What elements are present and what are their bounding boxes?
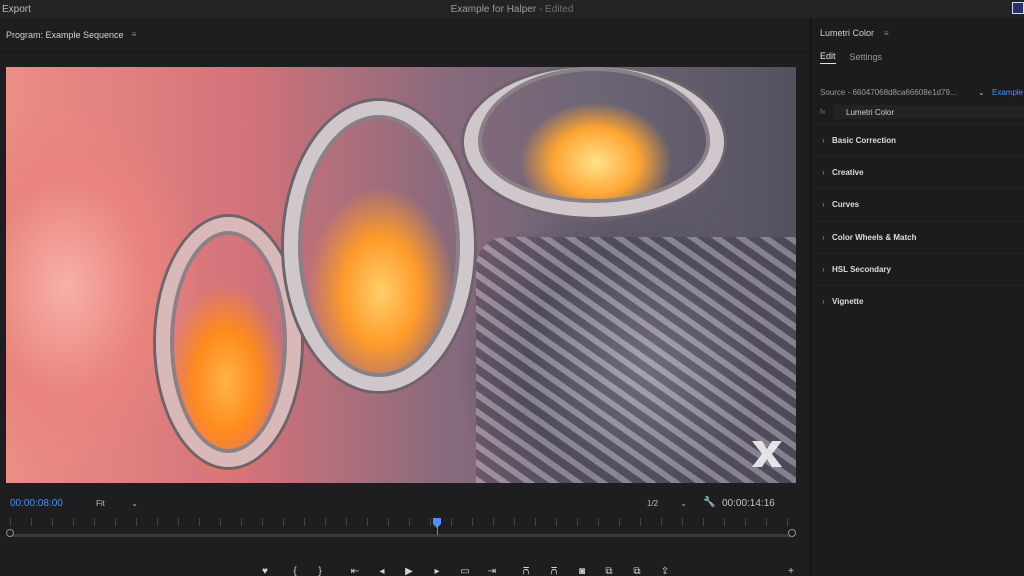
chevron-down-icon: ⌄: [131, 498, 138, 508]
lumetri-header: Lumetri Color ≡: [812, 18, 1024, 48]
section-label: Creative: [832, 168, 864, 177]
effect-name: Lumetri Color: [846, 107, 895, 117]
chevron-down-icon[interactable]: ⌄: [978, 88, 985, 97]
section-creative[interactable]: › Creative: [812, 156, 1024, 188]
zoom-fit-select[interactable]: Fit ⌄: [92, 495, 142, 511]
insert-icon[interactable]: ⧉: [600, 562, 618, 576]
title-status: - Edited: [538, 3, 574, 15]
wrench-icon[interactable]: 🔧: [703, 497, 715, 508]
chevron-right-icon: ›: [822, 200, 825, 209]
program-header: Program: Example Sequence ≡: [0, 18, 808, 52]
resolution-value: 1/2: [647, 498, 659, 508]
lumetri-panel: Lumetri Color ≡ Edit Settings Source - 6…: [810, 18, 1024, 576]
project-title: Example for Halper: [450, 3, 537, 15]
section-label: Vignette: [832, 297, 864, 306]
marker-icon[interactable]: ♥: [256, 562, 274, 576]
section-vignette[interactable]: › Vignette: [812, 285, 1024, 317]
extract-icon[interactable]: ⩃: [545, 562, 563, 576]
engine-ring-center: [284, 101, 474, 391]
chevron-right-icon: ›: [822, 265, 825, 274]
resolution-select[interactable]: 1/2 ⌄: [643, 495, 691, 511]
section-basic-correction[interactable]: › Basic Correction: [812, 124, 1024, 156]
tab-settings[interactable]: Settings: [850, 52, 883, 62]
engine-machinery: [476, 237, 796, 483]
step-forward-icon[interactable]: ▸: [428, 562, 446, 576]
hamburger-icon[interactable]: ≡: [132, 30, 137, 39]
lumetri-tabs: Edit Settings: [812, 48, 1024, 66]
lumetri-title[interactable]: Lumetri Color: [820, 28, 874, 38]
go-to-out-icon[interactable]: ⇥: [483, 562, 501, 576]
source-selector[interactable]: Source - 66047068d8ca66608e1d79... ⌄ Exa…: [820, 88, 1024, 100]
engine-ring-left: [156, 217, 301, 467]
sequence-link[interactable]: Example: [992, 88, 1023, 97]
program-monitor: Program: Example Sequence ≡ 00:00:08:00 …: [0, 18, 808, 576]
section-label: Color Wheels & Match: [832, 233, 917, 242]
hamburger-icon[interactable]: ≡: [884, 29, 889, 38]
fx-icon[interactable]: fx: [820, 109, 834, 116]
chevron-right-icon: ›: [822, 297, 825, 306]
current-timecode[interactable]: 00:00:08:00: [10, 498, 63, 509]
section-label: Curves: [832, 200, 860, 209]
zoom-handle-left[interactable]: [6, 529, 14, 537]
lift-icon[interactable]: ⩃: [517, 562, 535, 576]
chevron-right-icon: ›: [822, 233, 825, 242]
source-label: Source - 66047068d8ca66608e1d79...: [820, 88, 957, 97]
engine-ring-top: [464, 67, 724, 217]
play-icon[interactable]: ▶: [400, 562, 418, 576]
mark-in-icon[interactable]: {: [286, 562, 304, 576]
mark-out-icon[interactable]: }: [311, 562, 329, 576]
add-button-icon[interactable]: +: [782, 562, 800, 576]
monitor-controls: 00:00:08:00 Fit ⌄ 1/2 ⌄ 🔧 00:00:14:16: [0, 494, 808, 514]
tab-edit[interactable]: Edit: [820, 51, 836, 64]
share-icon[interactable]: ⇪: [656, 562, 674, 576]
window-icon[interactable]: [1012, 2, 1024, 14]
zoom-handle-right[interactable]: [788, 529, 796, 537]
ruler-ticks: [10, 518, 792, 526]
chevron-down-icon: ⌄: [680, 498, 687, 508]
window-title: Example for Halper - Edited: [0, 4, 1024, 15]
section-curves[interactable]: › Curves: [812, 188, 1024, 220]
time-ruler[interactable]: [6, 518, 796, 544]
program-title[interactable]: Program: Example Sequence: [6, 30, 124, 40]
step-back-icon[interactable]: ◂: [373, 562, 391, 576]
chevron-right-icon: ›: [822, 168, 825, 177]
watermark-logo-icon: [752, 441, 782, 467]
video-preview[interactable]: [6, 67, 796, 483]
scrub-bar[interactable]: [10, 534, 792, 537]
section-label: Basic Correction: [832, 136, 897, 145]
fit-value: Fit: [96, 498, 105, 508]
section-hsl-secondary[interactable]: › HSL Secondary: [812, 253, 1024, 285]
title-bar: Export Example for Halper - Edited: [0, 0, 1024, 18]
overwrite-icon[interactable]: ⧉: [628, 562, 646, 576]
duration-timecode: 00:00:14:16: [722, 498, 775, 509]
effect-name-box[interactable]: Lumetri Color: [834, 105, 1024, 119]
go-to-in-icon[interactable]: ⇤: [346, 562, 364, 576]
playhead-line: [437, 527, 438, 535]
section-color-wheels[interactable]: › Color Wheels & Match: [812, 221, 1024, 253]
section-label: HSL Secondary: [832, 265, 891, 274]
export-frame-icon[interactable]: ◙: [573, 562, 591, 576]
transport-controls: ♥ { } ⇤ ◂ ▶ ▸ ▭ ⇥ ⩃ ⩃ ◙ ⧉ ⧉ ⇪ +: [0, 560, 808, 576]
effect-row: fx Lumetri Color: [820, 104, 1024, 120]
safe-margins-icon[interactable]: ▭: [456, 562, 474, 576]
chevron-right-icon: ›: [822, 136, 825, 145]
